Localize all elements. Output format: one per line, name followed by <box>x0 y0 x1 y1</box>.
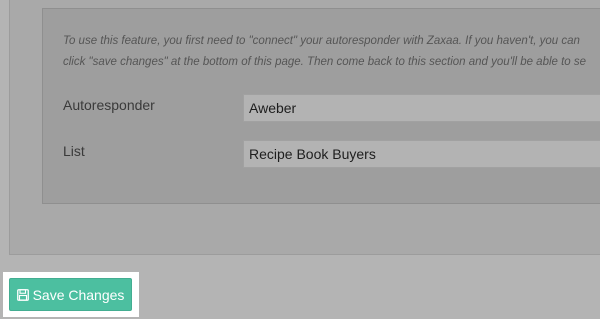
save-changes-label: Save Changes <box>32 286 125 303</box>
save-button-highlight: Save Changes <box>3 272 139 317</box>
list-select[interactable]: Recipe Book Buyers <box>243 140 600 168</box>
help-text: To use this feature, you first need to "… <box>63 31 600 73</box>
floppy-disk-icon <box>16 288 29 301</box>
autoresponder-section: To use this feature, you first need to "… <box>42 8 600 204</box>
page: To use this feature, you first need to "… <box>0 0 600 319</box>
help-text-line-2: click "save changes" at the bottom of th… <box>63 56 587 68</box>
autoresponder-select[interactable]: Aweber <box>243 94 600 122</box>
save-changes-button[interactable]: Save Changes <box>9 278 132 311</box>
autoresponder-label: Autoresponder <box>63 97 155 113</box>
help-text-line-1: To use this feature, you first need to "… <box>63 35 580 47</box>
list-label: List <box>63 143 85 159</box>
